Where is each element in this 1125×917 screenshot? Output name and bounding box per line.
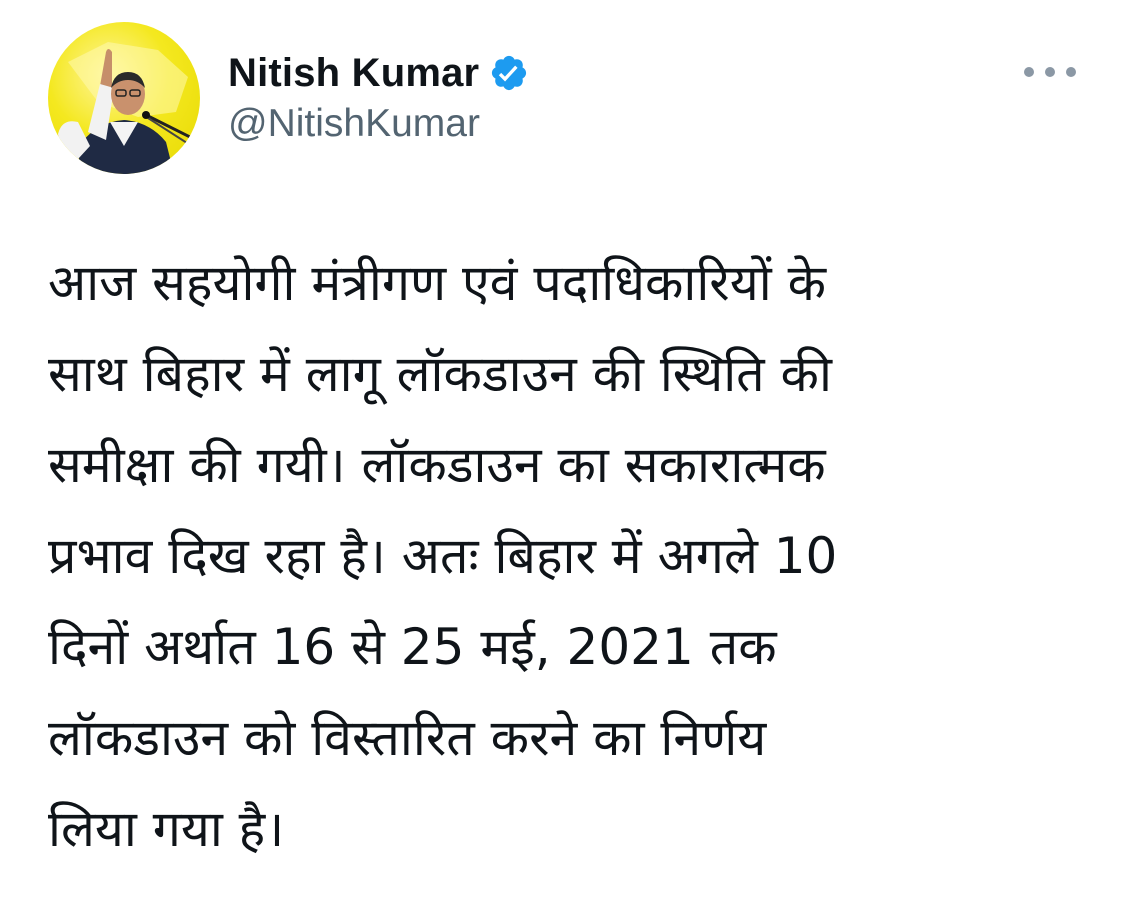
ellipsis-icon bbox=[1045, 67, 1055, 77]
tweet-text: आज सहयोगी मंत्रीगण एवं पदाधिकारियों के स… bbox=[48, 238, 1088, 875]
user-name-row: Nitish Kumar bbox=[228, 48, 529, 98]
display-name[interactable]: Nitish Kumar bbox=[228, 51, 479, 96]
profile-photo-icon bbox=[58, 42, 199, 174]
tweet-card: Nitish Kumar @NitishKumar आज सहयोगी मंत्… bbox=[0, 0, 1125, 917]
more-options-button[interactable] bbox=[1024, 60, 1076, 84]
tweet-text-line: साथ बिहार में लागू लॉकडाउन की स्थिति की bbox=[48, 345, 832, 403]
tweet-text-line: लिया गया है। bbox=[48, 800, 285, 858]
avatar[interactable] bbox=[48, 22, 200, 174]
tweet-text-line: दिनों अर्थात 16 से 25 मई, 2021 तक bbox=[48, 618, 777, 676]
ellipsis-icon bbox=[1066, 67, 1076, 77]
tweet-text-line: प्रभाव दिख रहा है। अतः बिहार में अगले 10 bbox=[48, 527, 838, 585]
ellipsis-icon bbox=[1024, 67, 1034, 77]
tweet-text-line: लॉकडाउन को विस्तारित करने का निर्णय bbox=[48, 709, 767, 767]
tweet-text-line: समीक्षा की गयी। लॉकडाउन का सकारात्मक bbox=[48, 436, 826, 494]
user-handle[interactable]: @NitishKumar bbox=[228, 102, 480, 146]
verified-badge-icon bbox=[492, 55, 527, 91]
tweet-text-line: आज सहयोगी मंत्रीगण एवं पदाधिकारियों के bbox=[48, 254, 826, 312]
